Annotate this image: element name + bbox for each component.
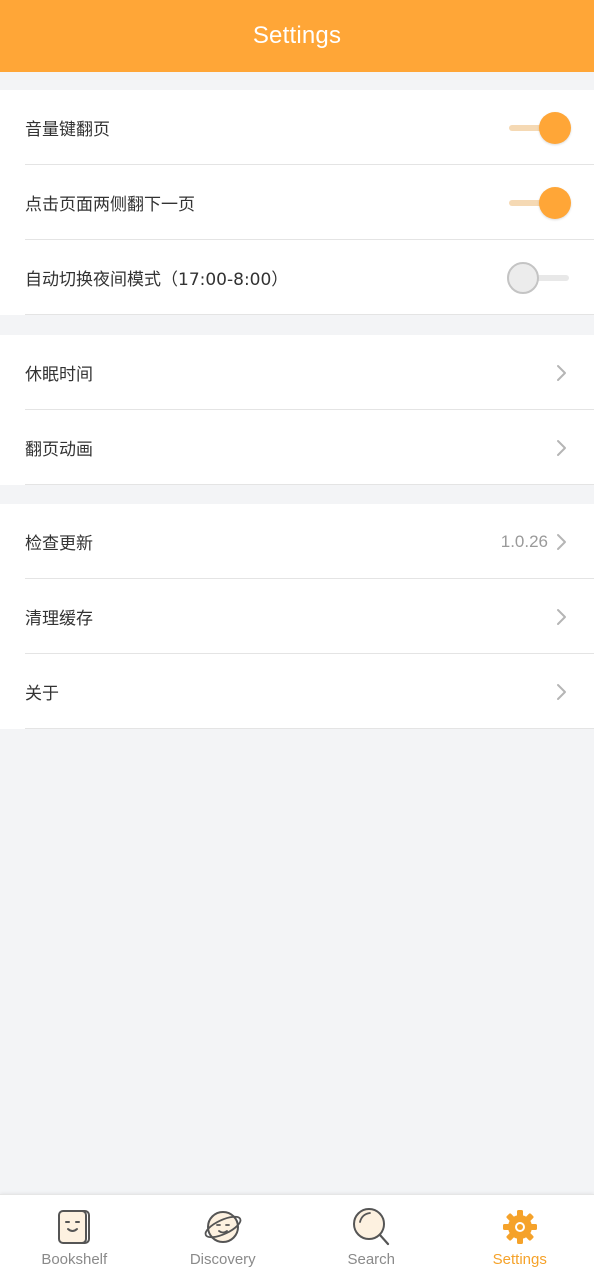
tap-sides-toggle[interactable] xyxy=(507,186,571,220)
setting-check-update[interactable]: 检查更新 1.0.26 xyxy=(0,504,594,579)
setting-label: 点击页面两侧翻下一页 xyxy=(25,195,195,215)
chevron-right-icon xyxy=(554,363,570,383)
volume-key-toggle[interactable] xyxy=(507,111,571,145)
display-settings-group: 休眠时间 翻页动画 xyxy=(0,335,594,485)
setting-label: 音量键翻页 xyxy=(25,120,110,140)
bookshelf-icon xyxy=(54,1205,94,1249)
chevron-right-icon xyxy=(554,438,570,458)
chevron-right-icon xyxy=(554,607,570,627)
setting-label: 翻页动画 xyxy=(25,440,93,460)
reading-settings-group: 音量键翻页 点击页面两侧翻下一页 自动切换夜间模式（17:00-8:00） xyxy=(0,90,594,315)
setting-label: 检查更新 xyxy=(25,534,93,554)
app-settings-group: 检查更新 1.0.26 清理缓存 关于 xyxy=(0,504,594,729)
tab-search[interactable]: Search xyxy=(297,1195,446,1280)
search-icon xyxy=(351,1205,391,1249)
version-value: 1.0.26 xyxy=(500,531,548,551)
tab-discovery[interactable]: Discovery xyxy=(149,1195,298,1280)
setting-label: 清理缓存 xyxy=(25,609,93,629)
setting-label: 自动切换夜间模式（17:00-8:00） xyxy=(25,270,289,290)
bottom-tab-bar: Bookshelf Discovery Search Settings xyxy=(0,1194,594,1280)
setting-label: 休眠时间 xyxy=(25,365,93,385)
setting-sleep-time[interactable]: 休眠时间 xyxy=(0,335,594,410)
setting-volume-key-page-turn[interactable]: 音量键翻页 xyxy=(0,90,594,165)
setting-clear-cache[interactable]: 清理缓存 xyxy=(0,579,594,654)
planet-icon xyxy=(203,1205,243,1249)
setting-label: 关于 xyxy=(25,684,59,704)
app-root: Settings 音量键翻页 点击页面两侧翻下一页 自动切换夜间模式（17:00… xyxy=(0,0,594,1280)
setting-about[interactable]: 关于 xyxy=(0,654,594,729)
chevron-right-icon xyxy=(554,532,570,552)
tab-label: Discovery xyxy=(189,1251,256,1268)
auto-night-mode-toggle[interactable] xyxy=(507,261,571,295)
tab-bookshelf[interactable]: Bookshelf xyxy=(0,1195,149,1280)
chevron-right-icon xyxy=(554,682,570,702)
setting-tap-sides-page-turn[interactable]: 点击页面两侧翻下一页 xyxy=(0,165,594,240)
tab-settings[interactable]: Settings xyxy=(446,1195,594,1280)
setting-auto-night-mode[interactable]: 自动切换夜间模式（17:00-8:00） xyxy=(0,240,594,315)
tab-label: Settings xyxy=(492,1251,547,1268)
page-title: Settings xyxy=(252,22,342,49)
setting-page-animation[interactable]: 翻页动画 xyxy=(0,410,594,485)
tab-label: Search xyxy=(347,1251,396,1268)
app-header: Settings xyxy=(0,0,594,72)
tab-label: Bookshelf xyxy=(41,1251,108,1268)
gear-icon xyxy=(500,1205,540,1249)
